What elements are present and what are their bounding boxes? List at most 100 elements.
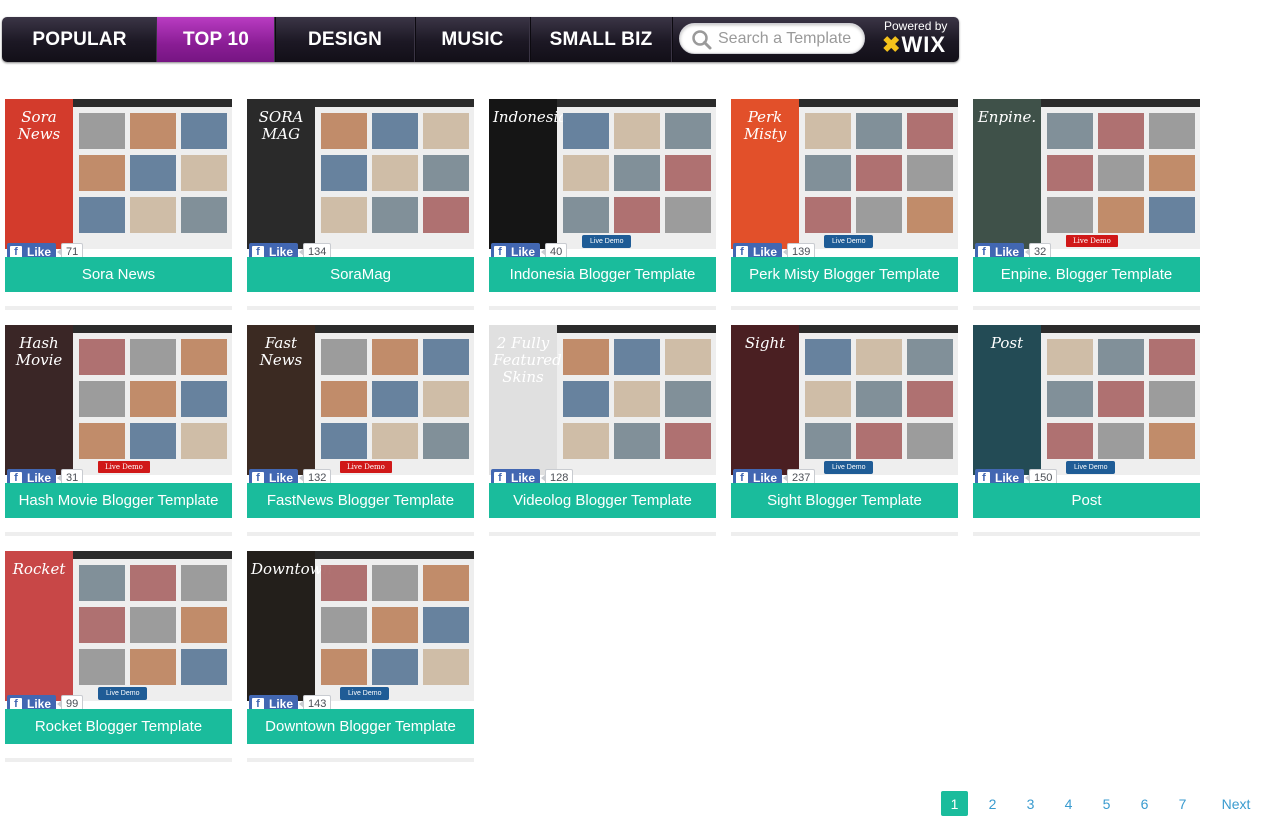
search-input[interactable] — [718, 28, 858, 50]
template-card[interactable]: 2 Fully Featured Skins f Like 128 Videol… — [489, 325, 716, 537]
template-thumbnail[interactable]: Downtown Live Demo — [247, 551, 474, 701]
thumbnail-preview — [1041, 325, 1200, 475]
template-card[interactable]: Rocket Live Demo f Like 99 Rocket Blogge… — [5, 551, 232, 763]
thumbnail-image-tile — [563, 113, 609, 149]
tab-design[interactable]: DESIGN — [275, 17, 416, 62]
live-demo-button[interactable]: Live Demo — [824, 235, 874, 248]
template-card[interactable]: Enpine. Live Demo f Like 32 Enpine. Blog… — [973, 99, 1200, 311]
thumbnail-image-tile — [79, 423, 125, 459]
template-title[interactable]: Enpine. Blogger Template — [973, 257, 1200, 292]
thumbnail-brand-panel: SORA MAG — [247, 99, 315, 249]
thumbnail-image-tile — [907, 113, 953, 149]
template-thumbnail[interactable]: Indonesia Live Demo — [489, 99, 716, 249]
template-title[interactable]: Indonesia Blogger Template — [489, 257, 716, 292]
live-demo-button[interactable]: Live Demo — [582, 235, 632, 248]
template-title[interactable]: Videolog Blogger Template — [489, 483, 716, 518]
thumbnail-image-tile — [1149, 339, 1195, 375]
thumbnail-image-tile — [181, 423, 227, 459]
template-title[interactable]: Hash Movie Blogger Template — [5, 483, 232, 518]
thumbnail-image-tile — [614, 113, 660, 149]
template-thumbnail[interactable]: Sight Live Demo — [731, 325, 958, 475]
page-link-2[interactable]: 2 — [979, 791, 1006, 816]
page-link-4[interactable]: 4 — [1055, 791, 1082, 816]
template-thumbnail[interactable]: 2 Fully Featured Skins — [489, 325, 716, 475]
live-demo-button[interactable]: Live Demo — [824, 461, 874, 474]
thumbnail-brand-text: Indonesia — [493, 108, 568, 126]
template-card[interactable]: Indonesia Live Demo f Like 40 Indonesia … — [489, 99, 716, 311]
thumbnail-image-tile — [130, 649, 176, 685]
thumbnail-topbar — [73, 99, 232, 107]
template-card[interactable]: Sight Live Demo f Like 237 Sight Blogger… — [731, 325, 958, 537]
page-link-5[interactable]: 5 — [1093, 791, 1120, 816]
template-thumbnail[interactable]: Sora News — [5, 99, 232, 249]
template-card[interactable]: Hash Movie Live Demo f Like 31 Hash Movi… — [5, 325, 232, 537]
thumbnail-topbar — [799, 99, 958, 107]
live-demo-button[interactable]: Live Demo — [340, 687, 390, 700]
thumbnail-topbar — [557, 99, 716, 107]
thumbnail-image-tile — [423, 197, 469, 233]
thumbnail-image-tile — [907, 197, 953, 233]
thumbnail-image-tile — [614, 339, 660, 375]
thumbnail-image-tile — [1098, 197, 1144, 233]
template-thumbnail[interactable]: Enpine. Live Demo — [973, 99, 1200, 249]
thumbnail-image-tile — [805, 381, 851, 417]
template-title[interactable]: Perk Misty Blogger Template — [731, 257, 958, 292]
thumbnail-image-tile — [856, 339, 902, 375]
template-thumbnail[interactable]: Hash Movie Live Demo — [5, 325, 232, 475]
thumbnail-brand-panel: Hash Movie — [5, 325, 73, 475]
template-title[interactable]: SoraMag — [247, 257, 474, 292]
template-card[interactable]: Downtown Live Demo f Like 143 Downtown B… — [247, 551, 474, 763]
page-link-7[interactable]: 7 — [1169, 791, 1196, 816]
thumbnail-brand-panel: 2 Fully Featured Skins — [489, 325, 562, 475]
tab-small-biz[interactable]: SMALL BIZ — [530, 17, 673, 62]
template-title[interactable]: Rocket Blogger Template — [5, 709, 232, 744]
live-demo-button[interactable]: Live Demo — [98, 687, 148, 700]
template-thumbnail[interactable]: Fast News Live Demo — [247, 325, 474, 475]
template-thumbnail[interactable]: Rocket Live Demo — [5, 551, 232, 701]
template-card[interactable]: Sora News f Like 71 Sora News — [5, 99, 232, 311]
page-link-6[interactable]: 6 — [1131, 791, 1158, 816]
thumbnail-image-tile — [423, 381, 469, 417]
tab-music[interactable]: MUSIC — [415, 17, 531, 62]
template-title[interactable]: Sora News — [5, 257, 232, 292]
thumbnail-image-tile — [1098, 113, 1144, 149]
template-title[interactable]: Sight Blogger Template — [731, 483, 958, 518]
template-card[interactable]: Perk Misty Live Demo f Like 139 Perk Mis… — [731, 99, 958, 311]
thumbnail-image-tile — [1098, 339, 1144, 375]
template-title[interactable]: Post — [973, 483, 1200, 518]
template-thumbnail[interactable]: Post Live Demo — [973, 325, 1200, 475]
template-title[interactable]: Downtown Blogger Template — [247, 709, 474, 744]
live-demo-button[interactable]: Live Demo — [340, 461, 392, 473]
template-title[interactable]: FastNews Blogger Template — [247, 483, 474, 518]
powered-by-wix[interactable]: Powered by ✖WIX — [882, 19, 954, 57]
card-divider — [247, 306, 474, 310]
template-thumbnail[interactable]: SORA MAG — [247, 99, 474, 249]
thumbnail-image-tile — [181, 649, 227, 685]
thumbnail-image-tile — [665, 155, 711, 191]
thumbnail-image-tile — [856, 423, 902, 459]
live-demo-button[interactable]: Live Demo — [1066, 235, 1118, 247]
tab-top-10[interactable]: TOP 10 — [157, 17, 276, 62]
thumbnail-image-tile — [614, 155, 660, 191]
live-demo-button[interactable]: Live Demo — [98, 461, 150, 473]
thumbnail-image-tile — [181, 155, 227, 191]
page-link-1[interactable]: 1 — [941, 791, 968, 816]
thumbnail-image-tile — [79, 197, 125, 233]
template-card[interactable]: Fast News Live Demo f Like 132 FastNews … — [247, 325, 474, 537]
template-card[interactable]: Post Live Demo f Like 150 Post — [973, 325, 1200, 537]
page-link-3[interactable]: 3 — [1017, 791, 1044, 816]
template-card[interactable]: SORA MAG f Like 134 SoraMag — [247, 99, 474, 311]
thumbnail-brand-text: Sight — [744, 334, 786, 352]
thumbnail-image-tile — [79, 113, 125, 149]
live-demo-button[interactable]: Live Demo — [1066, 461, 1116, 474]
thumbnail-image-tile — [423, 423, 469, 459]
template-thumbnail[interactable]: Perk Misty Live Demo — [731, 99, 958, 249]
thumbnail-image-tile — [181, 607, 227, 643]
thumbnail-image-tile — [563, 155, 609, 191]
thumbnail-image-tile — [79, 155, 125, 191]
tab-popular[interactable]: POPULAR — [2, 17, 158, 62]
thumbnail-brand-panel: Rocket — [5, 551, 73, 701]
card-divider — [247, 758, 474, 762]
template-search[interactable] — [679, 23, 865, 54]
next-page-link[interactable]: Next — [1216, 791, 1256, 816]
